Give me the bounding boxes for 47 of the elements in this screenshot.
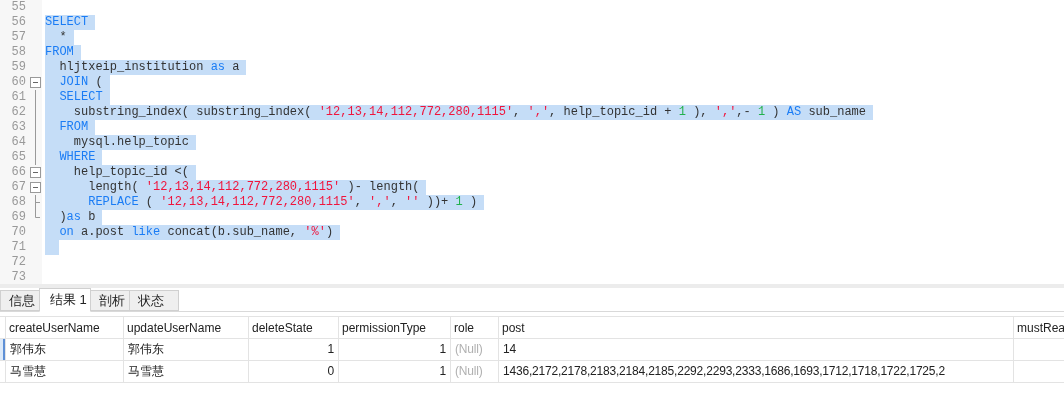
result-tab[interactable]: 状态 bbox=[129, 290, 179, 311]
line-number: 59 bbox=[10, 60, 26, 75]
line-number: 57 bbox=[10, 30, 26, 45]
table-cell: 1436,2172,2178,2183,2184,2185,2292,2293,2333,1686,1693,1712,1718,1722,1725,2 bbox=[498, 361, 1013, 382]
line-number: 61 bbox=[10, 90, 26, 105]
line-number: 71 bbox=[10, 240, 26, 255]
fold-end-icon bbox=[35, 210, 40, 218]
line-number: 67 bbox=[10, 180, 26, 195]
table-cell: 郭伟东 bbox=[123, 339, 248, 360]
fold-toggle-icon[interactable] bbox=[30, 167, 41, 178]
line-number: 69 bbox=[10, 210, 26, 225]
line-number: 64 bbox=[10, 135, 26, 150]
column-header[interactable]: role bbox=[450, 317, 498, 339]
column-header[interactable]: updateUserName bbox=[123, 317, 248, 339]
row-indicator[interactable] bbox=[0, 339, 5, 360]
line-number: 55 bbox=[10, 0, 26, 15]
line-number: 56 bbox=[10, 15, 26, 30]
table-cell: 1 bbox=[338, 361, 450, 382]
table-cell: 0 bbox=[248, 361, 338, 382]
result-tab[interactable]: 剖析 bbox=[90, 290, 130, 311]
line-number: 72 bbox=[10, 255, 26, 270]
result-tab[interactable]: 信息 bbox=[0, 290, 40, 311]
line-number: 60 bbox=[10, 75, 26, 90]
line-number: 68 bbox=[10, 195, 26, 210]
column-header[interactable]: deleteState bbox=[248, 317, 338, 339]
table-cell: (Null) bbox=[450, 361, 498, 382]
fold-line-icon bbox=[35, 195, 40, 210]
line-number: 65 bbox=[10, 150, 26, 165]
fold-toggle-icon[interactable] bbox=[30, 77, 41, 88]
column-header[interactable]: permissionType bbox=[338, 317, 450, 339]
table-cell: 1 bbox=[338, 339, 450, 360]
line-number: 70 bbox=[10, 225, 26, 240]
table-cell: 马雪慧 bbox=[5, 361, 123, 382]
table-cell: 1 bbox=[248, 339, 338, 360]
line-number: 66 bbox=[10, 165, 26, 180]
line-number: 73 bbox=[10, 270, 26, 284]
table-cell: (Null) bbox=[450, 339, 498, 360]
table-cell: 马雪慧 bbox=[123, 361, 248, 382]
table-cell: 郭伟东 bbox=[5, 339, 123, 360]
line-number: 62 bbox=[10, 105, 26, 120]
column-header[interactable]: post bbox=[498, 317, 1013, 339]
fold-toggle-icon[interactable] bbox=[30, 182, 41, 193]
line-number: 63 bbox=[10, 120, 26, 135]
table-cell: 14 bbox=[498, 339, 1013, 360]
line-number: 58 bbox=[10, 45, 26, 60]
result-tab[interactable]: 结果 1 bbox=[39, 288, 91, 312]
column-header[interactable]: createUserName bbox=[5, 317, 123, 339]
